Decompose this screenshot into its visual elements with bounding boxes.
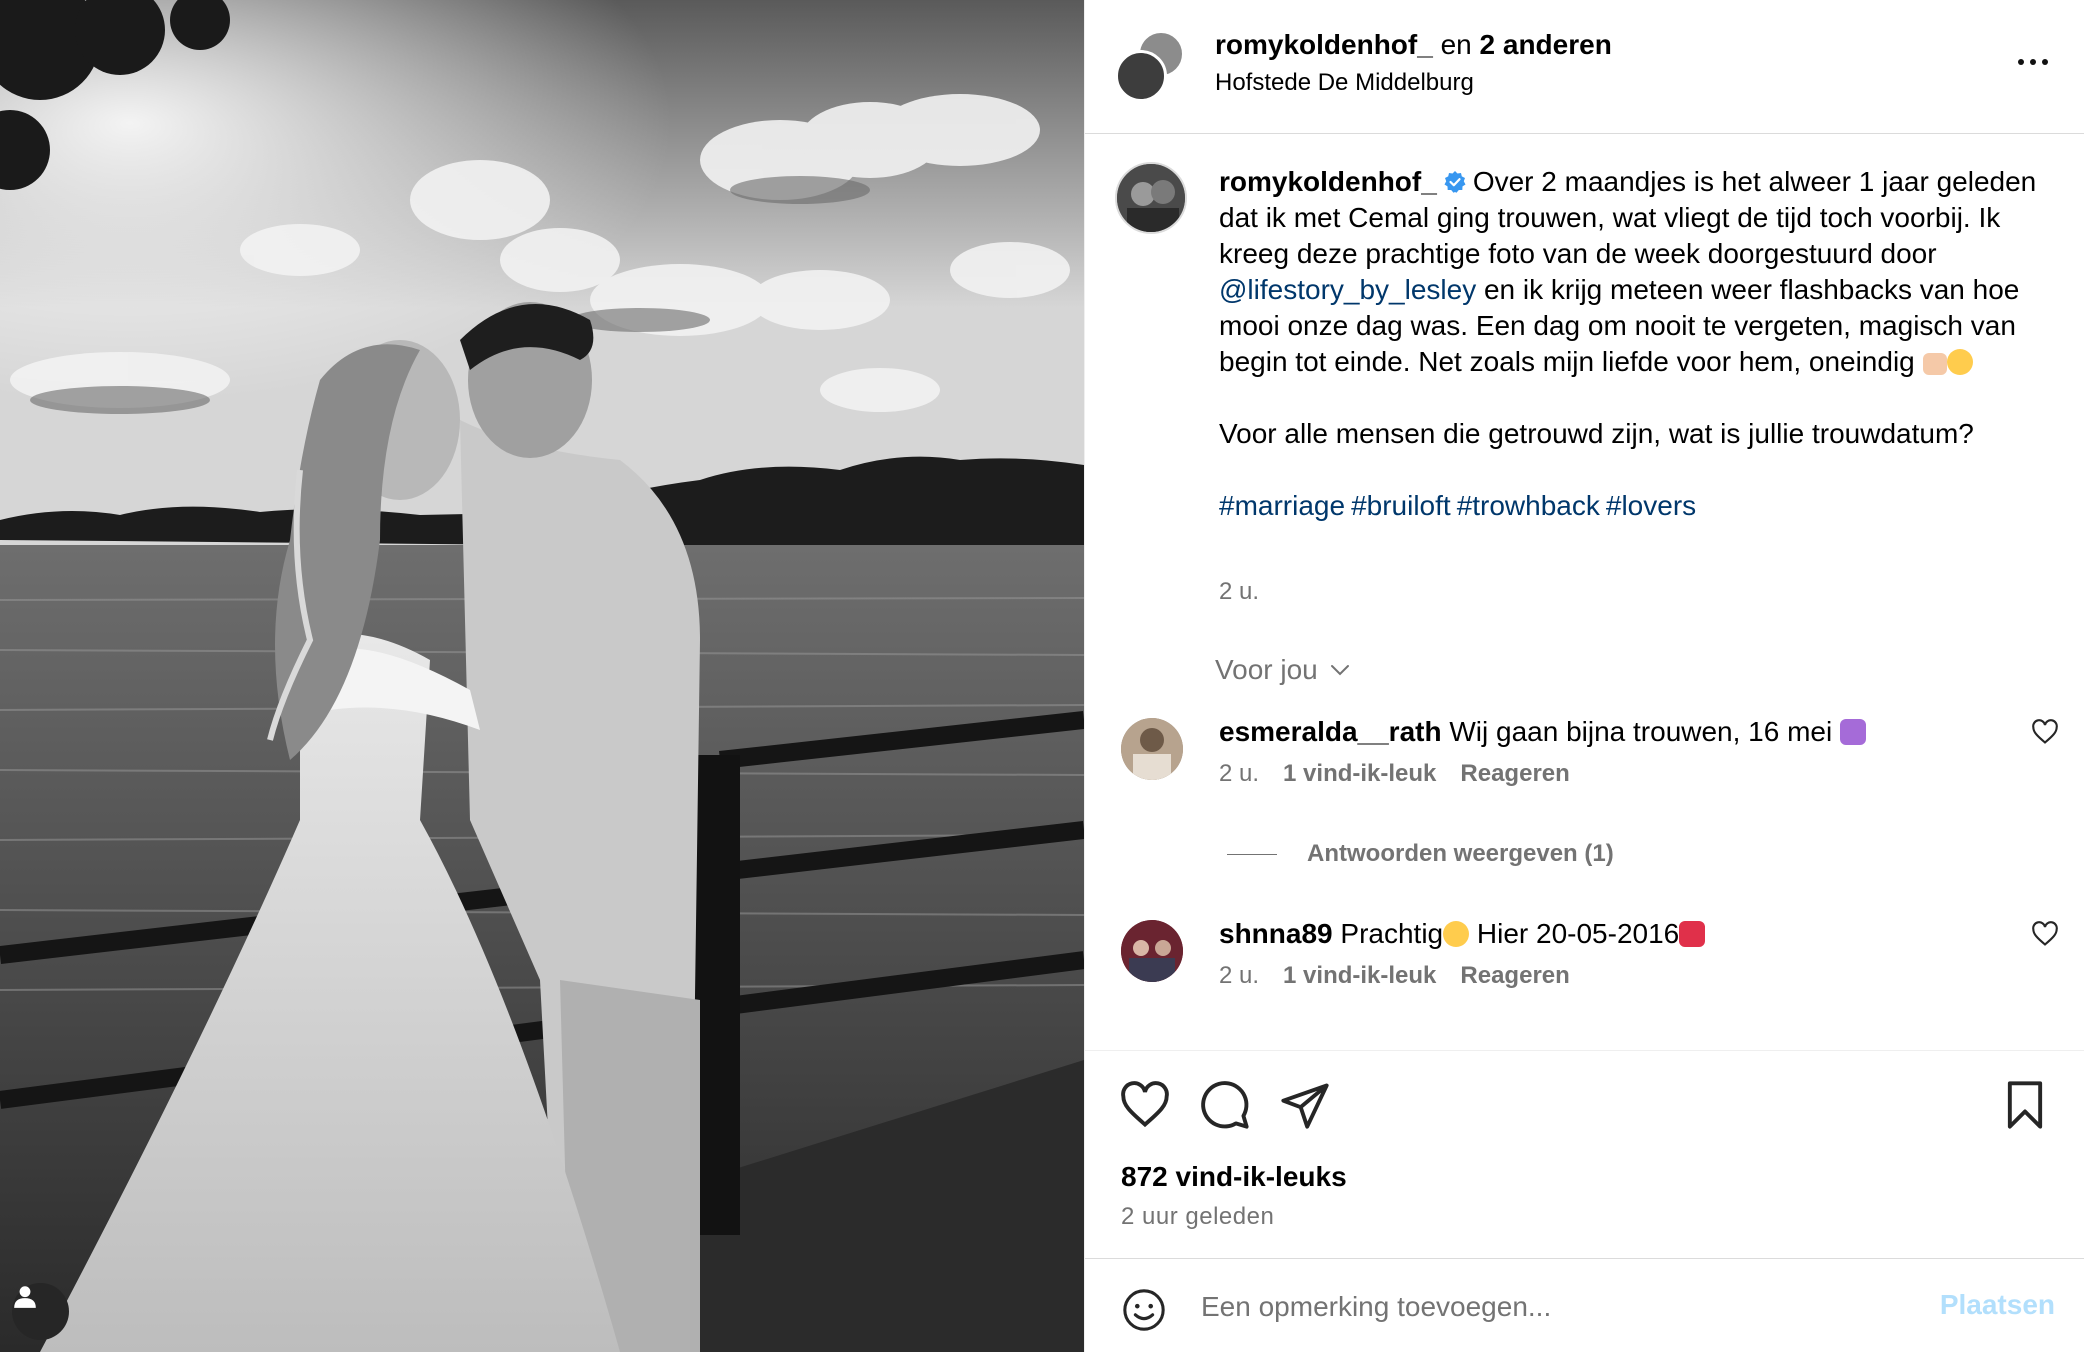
comment-username[interactable]: esmeralda__rath <box>1219 716 1442 747</box>
hashtag-link[interactable]: #marriage <box>1219 490 1345 521</box>
hashtag-link[interactable]: #bruiloft <box>1351 490 1451 521</box>
comment-reply-button[interactable]: Reageren <box>1460 760 1569 788</box>
post-photo[interactable] <box>0 0 1084 1352</box>
avatar-image <box>1121 920 1183 982</box>
comment-body: Wij gaan bijna trouwen, 16 mei <box>1449 716 1833 747</box>
post-author-line: romykoldenhof_ en 2 anderen <box>1215 28 1612 62</box>
user-tag-icon <box>14 1286 36 1308</box>
commenter-avatar[interactable] <box>1121 718 1183 780</box>
comment-text: esmeralda__rath Wij gaan bijna trouwen, … <box>1219 714 1867 750</box>
view-replies-button[interactable]: Antwoorden weergeven (1) <box>1227 840 1614 868</box>
pleading-face-emoji-icon <box>1946 349 1973 375</box>
add-comment-bar: Plaatsen <box>1085 1258 2084 1352</box>
more-icon-dot <box>2030 59 2036 65</box>
share-icon[interactable] <box>1279 1079 1331 1131</box>
view-replies-label: Antwoorden weergeven (1) <box>1307 840 1614 867</box>
caption-mention-link[interactable]: @lifestory_by_lesley <box>1219 274 1476 305</box>
collab-others-link[interactable]: 2 anderen <box>1480 29 1612 60</box>
avatar-image <box>1121 718 1183 780</box>
caption-author-avatar[interactable] <box>1115 162 1187 234</box>
purple-heart-emoji-icon <box>1840 719 1867 745</box>
comment-time[interactable]: 2 u. <box>1219 760 1259 788</box>
comment-item: esmeralda__rath Wij gaan bijna trouwen, … <box>1085 714 2084 834</box>
comment-time[interactable]: 2 u. <box>1219 962 1259 990</box>
author-username[interactable]: romykoldenhof_ <box>1215 29 1433 60</box>
comment-meta: 2 u. 1 vind-ik-leuk Reageren <box>1219 760 1570 788</box>
caption-timestamp[interactable]: 2 u. <box>1219 578 1259 606</box>
collab-avatar-primary <box>1115 50 1167 102</box>
hashtag-link[interactable]: #lovers <box>1606 490 1696 521</box>
comments-scroll-area[interactable]: romykoldenhof_ Over 2 maandjes is het al… <box>1085 134 2084 1050</box>
comment-reply-button[interactable]: Reageren <box>1460 962 1569 990</box>
heart-hands-emoji-icon <box>1922 353 1947 375</box>
caption-username[interactable]: romykoldenhof_ <box>1219 166 1437 197</box>
bookmark-icon[interactable] <box>1999 1079 2051 1131</box>
caption-hashtags: #marriage #bruiloft #trowhback #lovers <box>1219 488 2059 524</box>
hashtag-link[interactable]: #trowhback <box>1457 490 1600 521</box>
tagged-users-button[interactable] <box>12 1283 69 1340</box>
post-caption: romykoldenhof_ Over 2 maandjes is het al… <box>1219 164 2059 524</box>
instagram-post-view: romykoldenhof_ en 2 anderen Hofstede De … <box>0 0 2084 1352</box>
comment-likes[interactable]: 1 vind-ik-leuk <box>1283 760 1436 788</box>
post-header: romykoldenhof_ en 2 anderen Hofstede De … <box>1085 0 2084 134</box>
comment-body: Prachtig <box>1340 918 1444 949</box>
comment-sort-dropdown[interactable]: Voor jou <box>1215 654 1352 686</box>
comment-input[interactable] <box>1201 1281 1901 1333</box>
heart-icon[interactable] <box>2031 718 2059 746</box>
avatar-image <box>1117 164 1185 232</box>
verified-icon <box>1444 171 1466 193</box>
post-actions-bar: 872 vind-ik-leuks 2 uur geleden <box>1085 1050 2084 1260</box>
comment-meta: 2 u. 1 vind-ik-leuk Reageren <box>1219 962 1570 990</box>
heart-eyes-emoji-icon <box>1443 921 1470 947</box>
heart-icon[interactable] <box>1119 1079 1171 1131</box>
comment-username[interactable]: shnna89 <box>1219 918 1333 949</box>
comment-icon[interactable] <box>1199 1079 1251 1131</box>
collab-connector: en <box>1440 29 1472 60</box>
post-timestamp[interactable]: 2 uur geleden <box>1121 1203 1274 1231</box>
comment-body-2: Hier 20-05-2016 <box>1476 918 1680 949</box>
wedding-photo-illustration <box>0 0 1084 1352</box>
more-icon <box>2018 59 2024 65</box>
comment-text: shnna89 Prachtig Hier 20-05-2016 <box>1219 916 1706 952</box>
heart-icon[interactable] <box>2031 920 2059 948</box>
red-heart-emoji-icon <box>1679 921 1706 947</box>
collab-avatars[interactable] <box>1115 30 1187 102</box>
commenter-avatar[interactable] <box>1121 920 1183 982</box>
more-icon-dot <box>2042 59 2048 65</box>
post-location[interactable]: Hofstede De Middelburg <box>1215 68 1474 98</box>
comment-likes[interactable]: 1 vind-ik-leuk <box>1283 962 1436 990</box>
replies-divider <box>1227 853 1277 855</box>
post-comment-button[interactable]: Plaatsen <box>1940 1289 2055 1321</box>
comment-item: shnna89 Prachtig Hier 20-05-2016 2 u. 1 … <box>1085 916 2084 1036</box>
post-side-panel: romykoldenhof_ en 2 anderen Hofstede De … <box>1084 0 2084 1352</box>
comment-sort-label: Voor jou <box>1215 654 1318 685</box>
emoji-icon[interactable] <box>1121 1287 1167 1333</box>
chevron-down-icon <box>1330 665 1349 676</box>
like-count[interactable]: 872 vind-ik-leuks <box>1121 1161 1347 1193</box>
more-options-button[interactable] <box>2011 42 2055 82</box>
caption-question: Voor alle mensen die getrouwd zijn, wat … <box>1219 418 1974 449</box>
